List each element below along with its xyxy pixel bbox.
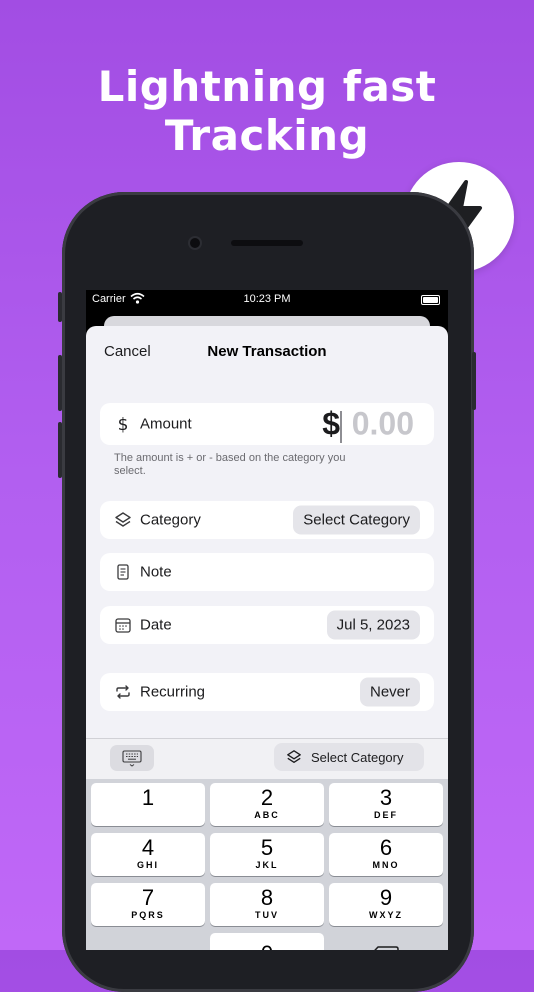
key-5[interactable]: 5 JKL (210, 833, 324, 876)
amount-label: Amount (140, 415, 192, 433)
key-number: 2 (260, 785, 274, 810)
key-letters: GHI (136, 860, 159, 870)
phone-volume-up (58, 355, 62, 411)
category-row[interactable]: Category Select Category (100, 501, 434, 539)
key-7[interactable]: 7 PQRS (91, 883, 205, 926)
backspace-icon (374, 946, 399, 950)
category-label: Category (140, 511, 201, 529)
keyboard-select-category-button[interactable]: Select Category (274, 743, 424, 771)
backspace-key[interactable] (329, 933, 443, 950)
key-number: 5 (260, 835, 274, 860)
status-bar: Carrier 10:23 PM (86, 290, 448, 310)
note-row[interactable]: Note (100, 553, 434, 591)
key-number: . (91, 933, 205, 951)
repeat-icon (116, 685, 130, 699)
key-number: 0 (210, 933, 324, 951)
numeric-keypad: 1 2 ABC 3 DEF 4 GHI 5 JKL 6 MNO 7 PQRS 8… (86, 779, 448, 950)
key-number: 9 (379, 885, 393, 910)
key-number: 4 (141, 835, 155, 860)
key-9[interactable]: 9 WXYZ (329, 883, 443, 926)
keyboard-accessory-bar: Select Category (86, 738, 448, 779)
amount-helper-text: The amount is + or - based on the catego… (114, 452, 346, 477)
key-8[interactable]: 8 TUV (210, 883, 324, 926)
date-row[interactable]: Date Jul 5, 2023 (100, 606, 434, 644)
amount-field[interactable]: $ Amount $ 0.00 (100, 403, 434, 445)
key-number: 8 (260, 885, 274, 910)
note-label: Note (140, 563, 172, 581)
key-3[interactable]: 3 DEF (329, 783, 443, 826)
key-letters: JKL (255, 860, 279, 870)
currency-symbol: $ (322, 405, 340, 442)
key-letters: DEF (374, 810, 398, 820)
calendar-icon (115, 618, 131, 633)
phone-screen: Carrier 10:23 PM Cancel New Transaction … (86, 290, 448, 950)
status-time: 10:23 PM (243, 293, 291, 305)
phone-speaker (231, 240, 303, 246)
svg-text:$: $ (118, 415, 129, 433)
key-1[interactable]: 1 (91, 783, 205, 826)
recurring-picker-button[interactable]: Never (359, 677, 420, 707)
key-letters: PQRS (131, 910, 165, 920)
keyboard-icon (122, 750, 142, 767)
recurring-label: Recurring (140, 683, 206, 701)
keyboard-toggle-button[interactable] (110, 745, 154, 771)
key-letters: ABC (254, 810, 280, 820)
key-number: 7 (141, 885, 155, 910)
key-letters: WXYZ (369, 910, 403, 920)
phone-volume-down (58, 422, 62, 478)
key-number: 1 (141, 785, 155, 810)
keyboard-select-category-label: Select Category (311, 750, 404, 765)
battery-icon (421, 295, 440, 305)
key-4[interactable]: 4 GHI (91, 833, 205, 876)
amount-placeholder: 0.00 (351, 405, 414, 442)
layers-icon (287, 750, 301, 763)
key-letters: TUV (255, 910, 279, 920)
headline: Lightning fast Tracking (97, 62, 437, 160)
phone-mute-switch (58, 292, 62, 322)
key-2[interactable]: 2 ABC (210, 783, 324, 826)
recurring-row[interactable]: Recurring Never (100, 673, 434, 711)
key-letters: MNO (372, 860, 400, 870)
dollar-icon: $ (118, 415, 129, 433)
note-icon (117, 564, 129, 580)
date-picker-button[interactable]: Jul 5, 2023 (326, 610, 420, 640)
nav-bar: Cancel New Transaction (86, 326, 448, 374)
key-number: 6 (379, 835, 393, 860)
phone-power-button (472, 352, 476, 410)
text-cursor (340, 411, 342, 443)
phone-camera (190, 238, 200, 248)
select-category-button[interactable]: Select Category (293, 505, 420, 535)
key-number: 3 (379, 785, 393, 810)
layers-icon (115, 512, 131, 527)
key-decimal[interactable]: . (91, 933, 205, 951)
key-6[interactable]: 6 MNO (329, 833, 443, 876)
date-label: Date (140, 616, 172, 634)
key-0[interactable]: 0 (210, 933, 324, 950)
new-transaction-sheet: Cancel New Transaction $ Amount $ 0.00 T… (86, 326, 448, 950)
page-title: New Transaction (207, 343, 327, 360)
